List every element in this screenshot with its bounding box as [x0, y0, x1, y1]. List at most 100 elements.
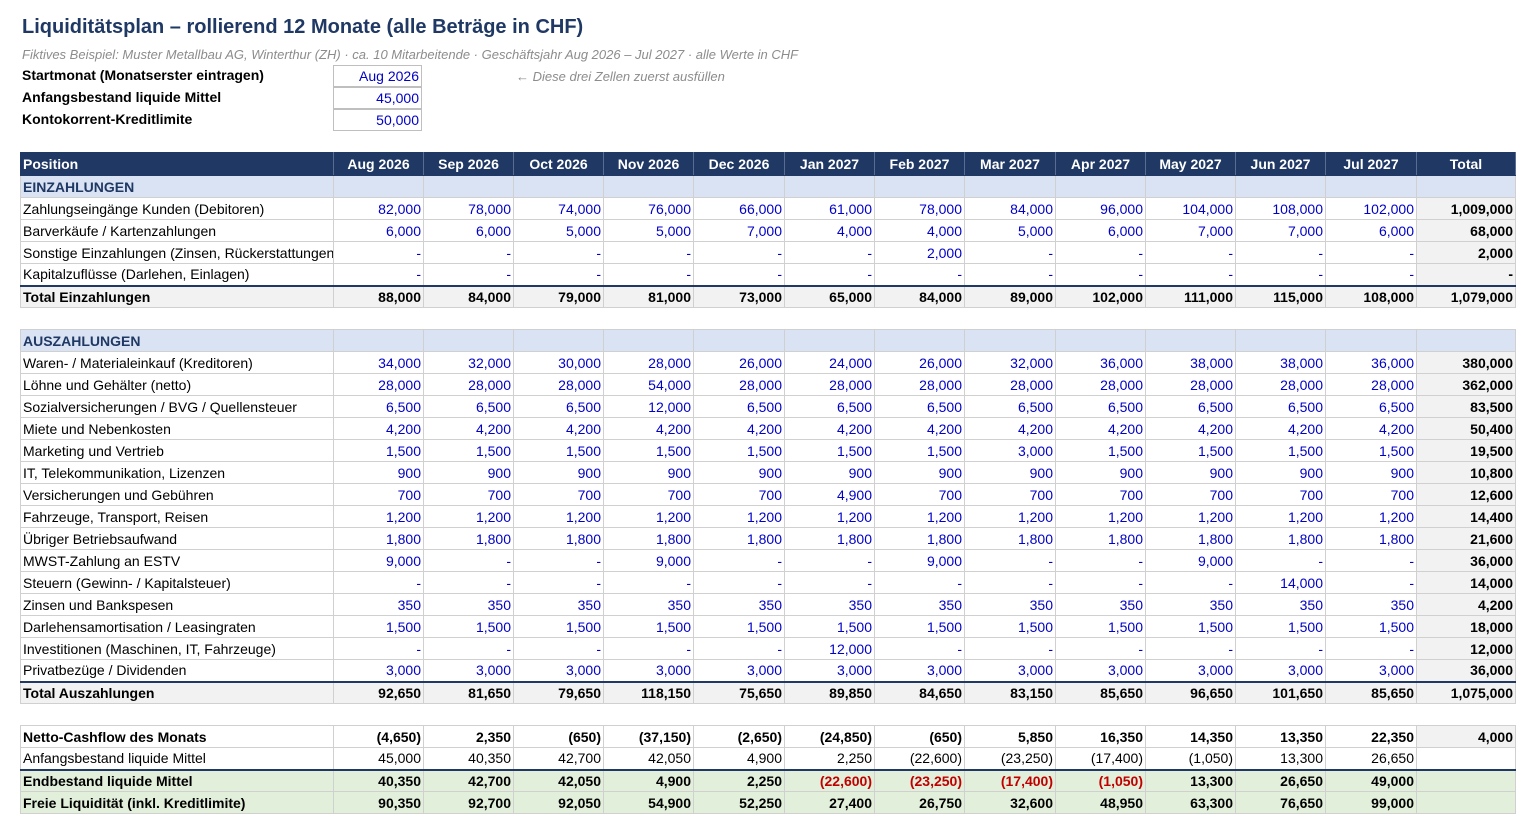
input-cell[interactable]: 4,900 — [784, 483, 875, 506]
input-cell[interactable]: 1,500 — [1145, 615, 1236, 638]
input-cell[interactable]: 700 — [513, 483, 604, 506]
input-cell[interactable]: 28,000 — [784, 373, 875, 396]
input-cell[interactable]: 4,200 — [333, 417, 424, 440]
input-cell[interactable]: - — [1235, 263, 1326, 286]
input-cell[interactable]: 3,000 — [423, 659, 514, 682]
input-cell[interactable]: - — [423, 549, 514, 572]
input-cell[interactable]: 1,500 — [874, 439, 965, 462]
input-cell[interactable]: 36,000 — [1325, 351, 1417, 374]
input-cell[interactable]: 350 — [874, 593, 965, 616]
input-cell[interactable]: - — [693, 263, 785, 286]
start-month-input[interactable]: Aug 2026 — [333, 65, 422, 87]
input-cell[interactable]: 6,500 — [784, 395, 875, 418]
input-cell[interactable]: 61,000 — [784, 197, 875, 220]
input-cell[interactable]: 28,000 — [693, 373, 785, 396]
input-cell[interactable]: 34,000 — [333, 351, 424, 374]
input-cell[interactable]: 5,000 — [513, 219, 604, 242]
input-cell[interactable]: 700 — [874, 483, 965, 506]
input-cell[interactable]: 28,000 — [1145, 373, 1236, 396]
input-cell[interactable]: 104,000 — [1145, 197, 1236, 220]
input-cell[interactable]: 3,000 — [784, 659, 875, 682]
input-cell[interactable]: - — [423, 241, 514, 264]
input-cell[interactable]: 30,000 — [513, 351, 604, 374]
input-cell[interactable]: 28,000 — [874, 373, 965, 396]
input-cell[interactable]: - — [513, 263, 604, 286]
input-cell[interactable]: - — [1235, 549, 1326, 572]
input-cell[interactable]: - — [1055, 549, 1146, 572]
input-cell[interactable]: 1,500 — [603, 439, 694, 462]
input-cell[interactable]: 78,000 — [874, 197, 965, 220]
input-cell[interactable]: - — [423, 637, 514, 660]
input-cell[interactable]: 700 — [1325, 483, 1417, 506]
input-cell[interactable]: 1,800 — [603, 527, 694, 550]
input-cell[interactable]: 900 — [423, 461, 514, 484]
input-cell[interactable]: 4,000 — [784, 219, 875, 242]
input-cell[interactable]: 26,000 — [874, 351, 965, 374]
input-cell[interactable]: 700 — [1145, 483, 1236, 506]
input-cell[interactable]: 1,500 — [1235, 615, 1326, 638]
input-cell[interactable]: 1,500 — [964, 615, 1056, 638]
input-cell[interactable]: 9,000 — [603, 549, 694, 572]
input-cell[interactable]: - — [964, 263, 1056, 286]
input-cell[interactable]: 900 — [1055, 461, 1146, 484]
input-cell[interactable]: - — [964, 571, 1056, 594]
input-cell[interactable]: 700 — [603, 483, 694, 506]
input-cell[interactable]: 1,500 — [1325, 439, 1417, 462]
input-cell[interactable]: 24,000 — [784, 351, 875, 374]
input-cell[interactable]: 900 — [874, 461, 965, 484]
input-cell[interactable]: 6,500 — [964, 395, 1056, 418]
input-cell[interactable]: 3,000 — [1145, 659, 1236, 682]
input-cell[interactable]: 1,200 — [693, 505, 785, 528]
input-cell[interactable]: 350 — [513, 593, 604, 616]
input-cell[interactable]: 900 — [603, 461, 694, 484]
input-cell[interactable]: 5,000 — [603, 219, 694, 242]
input-cell[interactable]: 3,000 — [1055, 659, 1146, 682]
input-cell[interactable]: 4,200 — [874, 417, 965, 440]
input-cell[interactable]: 26,000 — [693, 351, 785, 374]
input-cell[interactable]: 1,800 — [1325, 527, 1417, 550]
input-cell[interactable]: 1,500 — [1325, 615, 1417, 638]
input-cell[interactable]: - — [1235, 637, 1326, 660]
input-cell[interactable]: - — [513, 549, 604, 572]
input-cell[interactable]: 1,200 — [1145, 505, 1236, 528]
input-cell[interactable]: - — [1325, 571, 1417, 594]
input-cell[interactable]: - — [784, 263, 875, 286]
input-cell[interactable]: 1,200 — [784, 505, 875, 528]
input-cell[interactable]: 1,500 — [603, 615, 694, 638]
input-cell[interactable]: 1,200 — [1325, 505, 1417, 528]
input-cell[interactable]: 350 — [964, 593, 1056, 616]
input-cell[interactable]: 1,500 — [513, 439, 604, 462]
input-cell[interactable]: - — [1325, 263, 1417, 286]
input-cell[interactable]: 6,500 — [333, 395, 424, 418]
input-cell[interactable]: - — [1055, 241, 1146, 264]
input-cell[interactable]: 4,200 — [1325, 417, 1417, 440]
input-cell[interactable]: - — [513, 571, 604, 594]
input-cell[interactable]: 4,000 — [874, 219, 965, 242]
input-cell[interactable]: 38,000 — [1235, 351, 1326, 374]
input-cell[interactable]: 700 — [1235, 483, 1326, 506]
input-cell[interactable]: 350 — [1055, 593, 1146, 616]
input-cell[interactable]: 1,500 — [693, 439, 785, 462]
input-cell[interactable]: 1,500 — [784, 439, 875, 462]
input-cell[interactable]: 700 — [1055, 483, 1146, 506]
input-cell[interactable]: - — [333, 637, 424, 660]
input-cell[interactable]: 3,000 — [964, 659, 1056, 682]
input-cell[interactable]: 1,500 — [513, 615, 604, 638]
input-cell[interactable]: 900 — [964, 461, 1056, 484]
input-cell[interactable]: - — [874, 263, 965, 286]
input-cell[interactable]: 28,000 — [333, 373, 424, 396]
input-cell[interactable]: 7,000 — [1235, 219, 1326, 242]
input-cell[interactable]: - — [784, 571, 875, 594]
input-cell[interactable]: 1,200 — [603, 505, 694, 528]
input-cell[interactable]: - — [1145, 241, 1236, 264]
input-cell[interactable]: 28,000 — [964, 373, 1056, 396]
input-cell[interactable]: 6,500 — [1055, 395, 1146, 418]
input-cell[interactable]: - — [423, 263, 514, 286]
input-cell[interactable]: - — [423, 571, 514, 594]
input-cell[interactable]: 1,500 — [333, 615, 424, 638]
input-cell[interactable]: 3,000 — [603, 659, 694, 682]
input-cell[interactable]: 6,000 — [1055, 219, 1146, 242]
input-cell[interactable]: 1,500 — [423, 439, 514, 462]
input-cell[interactable]: - — [1145, 263, 1236, 286]
input-cell[interactable]: 2,000 — [874, 241, 965, 264]
